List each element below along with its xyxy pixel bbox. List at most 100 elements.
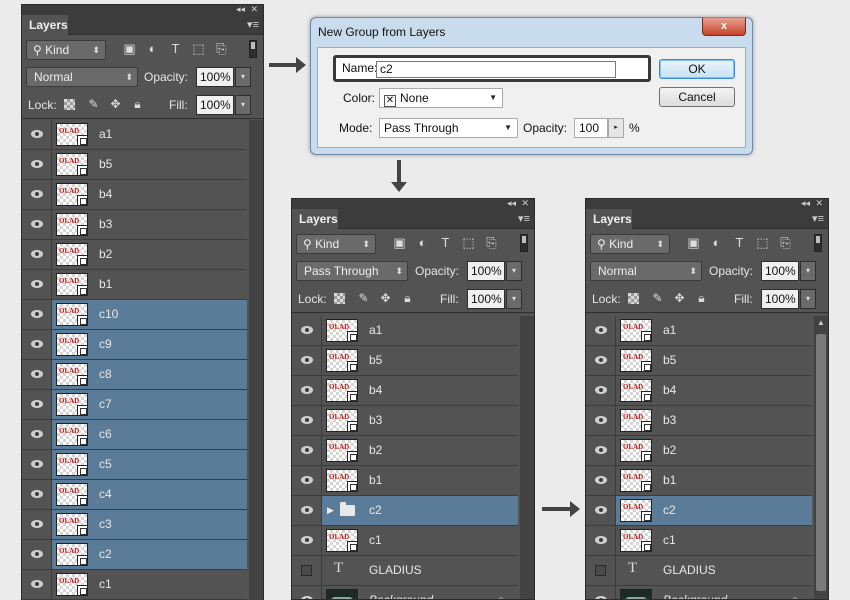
type-filter-icon[interactable]: T (732, 235, 747, 250)
opacity-dropdown-button[interactable]: ▾ (800, 261, 816, 281)
visibility-cell[interactable] (292, 586, 322, 599)
collapse-icon[interactable]: ◂◂ (236, 5, 245, 15)
eye-icon[interactable] (31, 280, 43, 288)
name-input[interactable]: c2 (376, 61, 616, 78)
scroll-up-icon[interactable]: ▲ (814, 318, 828, 327)
shape-filter-icon[interactable]: ⬚ (461, 235, 476, 250)
filter-toggle-switch[interactable] (249, 40, 257, 58)
tab-layers[interactable]: Layers (22, 15, 68, 35)
visibility-cell[interactable] (292, 556, 322, 585)
visibility-cell[interactable] (586, 556, 616, 585)
lock-brush-icon[interactable]: ✎ (356, 289, 371, 307)
layer-row[interactable]: OLAD c8 (22, 360, 247, 390)
layer-row[interactable]: OLAD b4 (586, 376, 812, 406)
lock-all-icon[interactable]: 🔒︎ (400, 289, 415, 307)
layer-row[interactable]: OLAD a1 (586, 316, 812, 346)
layer-row[interactable]: OLAD b5 (586, 346, 812, 376)
eye-icon[interactable] (31, 400, 43, 408)
eye-icon[interactable] (31, 160, 43, 168)
visibility-cell[interactable] (586, 436, 616, 465)
layer-row[interactable]: OLAD b3 (586, 406, 812, 436)
layer-row[interactable]: OLAD c6 (22, 420, 247, 450)
visibility-cell[interactable] (586, 376, 616, 405)
visibility-cell[interactable] (292, 496, 322, 525)
fill-dropdown-button[interactable]: ▾ (506, 289, 522, 309)
visibility-cell[interactable] (586, 316, 616, 345)
eye-icon[interactable] (595, 596, 607, 599)
eye-icon[interactable] (31, 190, 43, 198)
opacity-dropdown-button[interactable]: ▾ (506, 261, 522, 281)
visibility-cell[interactable] (22, 120, 52, 149)
blend-mode-select[interactable]: Normal ⬍ (590, 261, 702, 281)
shape-filter-icon[interactable]: ⬚ (191, 41, 206, 56)
panel-menu-icon[interactable]: ▾≡ (247, 18, 259, 31)
mode-select[interactable]: Pass Through ▼ (379, 118, 518, 138)
layer-row[interactable]: OLAD b5 (22, 150, 247, 180)
layer-row[interactable]: OLAD c3 (22, 510, 247, 540)
eye-icon[interactable] (301, 356, 313, 364)
smart-object-filter-icon[interactable]: ⎘ (484, 235, 499, 250)
visibility-cell[interactable] (292, 436, 322, 465)
panel-menu-icon[interactable]: ▾≡ (518, 212, 530, 225)
layer-row[interactable]: OLAD c5 (22, 450, 247, 480)
visibility-cell[interactable] (22, 480, 52, 509)
smart-object-filter-icon[interactable]: ⎘ (214, 41, 229, 56)
eye-icon[interactable] (31, 220, 43, 228)
panel-menu-icon[interactable]: ▾≡ (812, 212, 824, 225)
filter-toggle-switch[interactable] (814, 234, 822, 252)
type-filter-icon[interactable]: T (168, 41, 183, 56)
eye-icon[interactable] (31, 580, 43, 588)
eye-icon[interactable] (595, 506, 607, 514)
layer-row[interactable]: OLAD c2 (586, 496, 812, 526)
eye-icon[interactable] (301, 506, 313, 514)
layer-row[interactable]: OLAD a1 (22, 120, 247, 150)
lock-all-icon[interactable]: 🔒︎ (694, 289, 709, 307)
shape-filter-icon[interactable]: ⬚ (755, 235, 770, 250)
eye-icon[interactable] (301, 326, 313, 334)
eye-icon[interactable] (31, 310, 43, 318)
filter-kind-select[interactable]: ⚲ Kind ⬍ (590, 234, 670, 254)
lock-move-icon[interactable]: ✥ (108, 95, 123, 113)
visibility-cell[interactable] (586, 496, 616, 525)
image-filter-icon[interactable]: ▣ (686, 235, 701, 250)
layer-row[interactable]: OLAD b4 (292, 376, 518, 406)
eye-icon[interactable] (31, 250, 43, 258)
lock-all-icon[interactable]: 🔒︎ (130, 95, 145, 113)
layer-row[interactable]: Background 🔒︎ (586, 586, 812, 599)
visibility-off-box[interactable] (301, 565, 312, 576)
cancel-button[interactable]: Cancel (659, 87, 735, 107)
filter-kind-select[interactable]: ⚲ Kind ⬍ (26, 40, 106, 60)
close-icon[interactable]: ✕ (815, 199, 823, 209)
close-icon[interactable]: ✕ (521, 199, 529, 209)
eye-icon[interactable] (595, 356, 607, 364)
visibility-cell[interactable] (586, 406, 616, 435)
visibility-cell[interactable] (292, 406, 322, 435)
visibility-off-box[interactable] (595, 565, 606, 576)
eye-icon[interactable] (301, 596, 313, 599)
eye-icon[interactable] (31, 520, 43, 528)
disclosure-arrow-icon[interactable]: ▶ (327, 496, 334, 525)
type-filter-icon[interactable]: T (438, 235, 453, 250)
layer-row[interactable]: OLAD c2 (22, 540, 247, 570)
layer-row[interactable]: OLAD b4 (22, 180, 247, 210)
eye-icon[interactable] (301, 446, 313, 454)
visibility-cell[interactable] (22, 150, 52, 179)
layer-row[interactable]: OLAD b5 (292, 346, 518, 376)
color-select[interactable]: ✕ None ▼ (379, 88, 503, 108)
fill-dropdown-button[interactable]: ▾ (235, 95, 251, 115)
smart-object-filter-icon[interactable]: ⎘ (778, 235, 793, 250)
visibility-cell[interactable] (586, 526, 616, 555)
visibility-cell[interactable] (22, 570, 52, 599)
visibility-cell[interactable] (22, 300, 52, 329)
eye-icon[interactable] (595, 416, 607, 424)
collapse-icon[interactable]: ◂◂ (801, 199, 810, 209)
visibility-cell[interactable] (22, 390, 52, 419)
dialog-close-button[interactable]: x (702, 18, 746, 36)
visibility-cell[interactable] (292, 376, 322, 405)
eye-icon[interactable] (31, 460, 43, 468)
layer-row[interactable]: OLAD c1 (22, 570, 247, 600)
eye-icon[interactable] (595, 536, 607, 544)
opacity-input[interactable]: 100% (467, 261, 505, 281)
ok-button[interactable]: OK (659, 59, 735, 79)
visibility-cell[interactable] (22, 180, 52, 209)
